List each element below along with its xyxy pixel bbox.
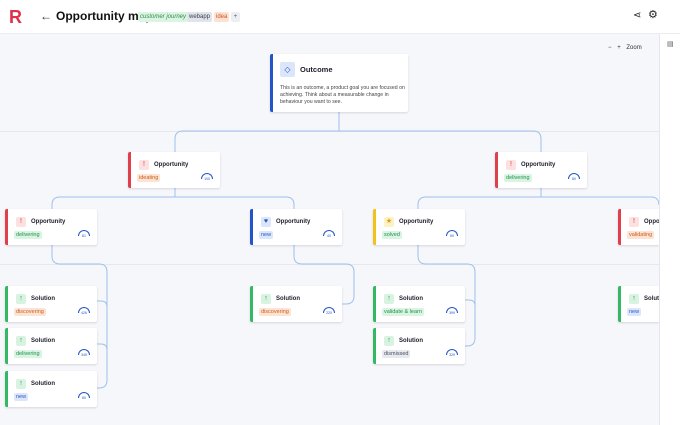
diamond-icon: ◇ bbox=[280, 62, 295, 77]
top-bar: R ← Opportunity map customer journey web… bbox=[0, 0, 680, 34]
card-title: Opportunity bbox=[276, 219, 311, 225]
add-tag-button[interactable]: + bbox=[231, 12, 240, 22]
score-gauge: 220 bbox=[322, 307, 336, 317]
heart-icon: ♥ bbox=[261, 217, 271, 227]
card-title: Solution bbox=[31, 381, 55, 387]
card-title: Solution bbox=[31, 338, 55, 344]
gauge-value: 80 bbox=[572, 177, 576, 181]
side-panel: ▤ bbox=[659, 34, 680, 425]
status-badge[interactable]: ideating bbox=[137, 174, 161, 182]
score-gauge: 345 bbox=[77, 349, 91, 359]
solution-card[interactable]: ↑ Solution new bbox=[618, 286, 659, 322]
status-badge[interactable]: discovering bbox=[259, 308, 291, 316]
alert-icon: ! bbox=[629, 217, 639, 227]
arrow-up-icon: ↑ bbox=[384, 294, 394, 304]
score-gauge: 399 bbox=[445, 307, 459, 317]
back-arrow-icon[interactable]: ← bbox=[40, 9, 52, 23]
status-badge[interactable]: new bbox=[14, 393, 29, 401]
status-badge[interactable]: delivering bbox=[14, 231, 42, 239]
status-badge[interactable]: delivering bbox=[14, 350, 42, 358]
card-title: Solution bbox=[31, 296, 55, 302]
arrow-up-icon: ↑ bbox=[261, 294, 271, 304]
solution-card[interactable]: ↑ Solution delivering 345 bbox=[5, 328, 97, 364]
alert-icon: ! bbox=[506, 160, 516, 170]
gauge-value: 329 bbox=[449, 353, 455, 357]
map-canvas[interactable]: − + Zoom ◇ Outcome This is an outcome, a… bbox=[0, 34, 659, 425]
gauge-value: 345 bbox=[81, 353, 87, 357]
tag-idea[interactable]: idea bbox=[214, 12, 230, 22]
star-icon: ★ bbox=[384, 217, 394, 227]
panel-toggle-icon[interactable]: ▤ bbox=[667, 40, 674, 48]
card-title: Solution bbox=[399, 296, 423, 302]
card-title: Opportunity bbox=[31, 219, 66, 225]
card-title: Opportunity bbox=[154, 162, 189, 168]
card-title: Opportunity bbox=[521, 162, 556, 168]
outcome-card[interactable]: ◇ Outcome This is an outcome, a product … bbox=[270, 54, 408, 112]
opportunity-card[interactable]: ! Opportunity ideating 100 bbox=[128, 152, 220, 188]
gauge-value: 426 bbox=[81, 311, 87, 315]
status-badge[interactable]: validating bbox=[627, 231, 655, 239]
arrow-up-icon: ↑ bbox=[16, 379, 26, 389]
gauge-value: 100 bbox=[204, 177, 210, 181]
outcome-description: This is an outcome, a product goal you a… bbox=[280, 85, 405, 105]
gauge-value: 80 bbox=[82, 396, 86, 400]
solution-card[interactable]: ↑ Solution discovering 220 bbox=[250, 286, 342, 322]
gauge-value: 220 bbox=[326, 311, 332, 315]
gauge-value: 81 bbox=[82, 234, 86, 238]
opportunity-card[interactable]: ★ Opportunity solved 50 bbox=[373, 209, 465, 245]
score-gauge: 50 bbox=[445, 230, 459, 240]
zoom-in-button[interactable]: + bbox=[617, 45, 621, 51]
status-badge[interactable]: discovering bbox=[14, 308, 46, 316]
arrow-up-icon: ↑ bbox=[16, 294, 26, 304]
status-badge[interactable]: delivering bbox=[504, 174, 532, 182]
arrow-up-icon: ↑ bbox=[16, 336, 26, 346]
score-gauge: 80 bbox=[567, 173, 581, 183]
opportunity-card[interactable]: ! Opportunity delivering 80 bbox=[495, 152, 587, 188]
alert-icon: ! bbox=[139, 160, 149, 170]
card-title: Solution bbox=[644, 296, 659, 302]
score-gauge: 329 bbox=[445, 349, 459, 359]
alert-icon: ! bbox=[16, 217, 26, 227]
card-title: Opportunity bbox=[644, 219, 659, 225]
brand-logo[interactable]: R bbox=[9, 8, 22, 26]
tag-webapp[interactable]: webapp bbox=[187, 12, 213, 22]
tag-customer-journey[interactable]: customer journey bbox=[138, 12, 189, 22]
arrow-up-icon: ↑ bbox=[384, 336, 394, 346]
score-gauge: 426 bbox=[77, 307, 91, 317]
card-title: Opportunity bbox=[399, 219, 434, 225]
gauge-value: 50 bbox=[450, 234, 454, 238]
gauge-value: 40 bbox=[327, 234, 331, 238]
score-gauge: 80 bbox=[77, 392, 91, 402]
status-badge[interactable]: dismissed bbox=[382, 350, 411, 358]
card-title: Outcome bbox=[300, 65, 333, 74]
score-gauge: 40 bbox=[322, 230, 336, 240]
arrow-up-icon: ↑ bbox=[629, 294, 639, 304]
solution-card[interactable]: ↑ Solution validate & learn 399 bbox=[373, 286, 465, 322]
score-gauge: 81 bbox=[77, 230, 91, 240]
status-badge[interactable]: solved bbox=[382, 231, 402, 239]
solution-card[interactable]: ↑ Solution discovering 426 bbox=[5, 286, 97, 322]
zoom-controls: − + Zoom bbox=[608, 44, 646, 52]
status-badge[interactable]: new bbox=[627, 308, 642, 316]
status-badge[interactable]: new bbox=[259, 231, 274, 239]
solution-card[interactable]: ↑ Solution new 80 bbox=[5, 371, 97, 407]
gear-icon[interactable]: ⚙ bbox=[648, 9, 658, 21]
score-gauge: 100 bbox=[200, 173, 214, 183]
share-icon[interactable]: ⋖ bbox=[633, 10, 641, 22]
zoom-out-button[interactable]: − bbox=[608, 45, 612, 51]
solution-card[interactable]: ↑ Solution dismissed 329 bbox=[373, 328, 465, 364]
opportunity-card[interactable]: ! Opportunity delivering 81 bbox=[5, 209, 97, 245]
zoom-label: Zoom bbox=[626, 45, 642, 51]
opportunity-card[interactable]: ! Opportunity validating bbox=[618, 209, 659, 245]
opportunity-card[interactable]: ♥ Opportunity new 40 bbox=[250, 209, 342, 245]
gauge-value: 399 bbox=[449, 311, 455, 315]
card-title: Solution bbox=[276, 296, 300, 302]
card-title: Solution bbox=[399, 338, 423, 344]
status-badge[interactable]: validate & learn bbox=[382, 308, 424, 316]
app-window: R ← Opportunity map customer journey web… bbox=[0, 0, 680, 425]
